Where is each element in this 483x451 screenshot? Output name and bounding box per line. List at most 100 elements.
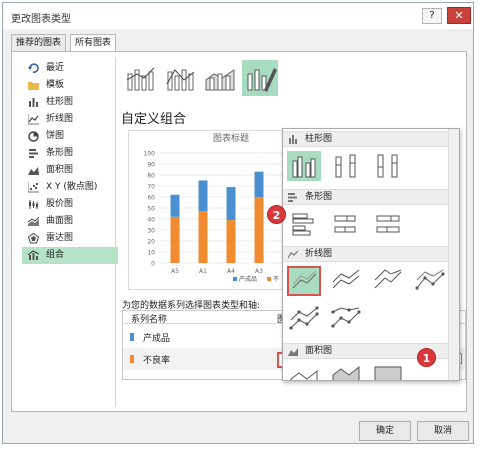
recent-icon xyxy=(28,63,39,73)
x-tick-label: A3 xyxy=(255,268,263,275)
dropdown-group-label: 条形图 xyxy=(305,192,333,202)
change-chart-type-dialog: 更改图表类型 ? ✕ 推荐的图表 所有图表 最近 模板 柱形图 折线图 饼图 条… xyxy=(2,2,474,444)
y-tick-label: 80 xyxy=(147,173,155,180)
option-stacked-column[interactable] xyxy=(329,151,363,181)
scatter-chart-icon xyxy=(28,182,39,193)
x-tick-label: A1 xyxy=(199,268,207,275)
option-clustered-column[interactable] xyxy=(287,151,321,181)
tab-all-charts[interactable]: 所有图表 xyxy=(70,34,117,52)
option-100-stacked-column[interactable] xyxy=(371,151,405,181)
option-stacked-line-markers[interactable] xyxy=(287,304,321,334)
percent-stacked-line-markers-icon xyxy=(331,307,361,328)
sidebar-item-stock[interactable]: 股价图 xyxy=(22,196,118,213)
y-tick-label: 70 xyxy=(147,184,155,191)
dropdown-group-line: 折线图 xyxy=(283,246,449,262)
sidebar-item-surface[interactable]: 曲面图 xyxy=(22,213,118,230)
custom-combo-icon xyxy=(247,68,277,92)
legend-label: 产成品 xyxy=(239,275,257,283)
dropdown-group-column: 柱形图 xyxy=(283,131,449,147)
bar-segment xyxy=(198,211,208,263)
x-tick-label: A5 xyxy=(171,268,179,275)
combo-type-column-line[interactable] xyxy=(122,60,158,96)
folder-icon xyxy=(28,82,39,90)
percent-stacked-column-icon xyxy=(377,154,398,178)
sidebar-item-label: 饼图 xyxy=(46,131,65,141)
combo-type-custom[interactable] xyxy=(242,60,278,96)
sidebar-item-pie[interactable]: 饼图 xyxy=(22,128,118,145)
option-line[interactable] xyxy=(287,266,321,296)
sidebar-item-radar[interactable]: 雷达图 xyxy=(22,230,118,247)
percent-stacked-line-icon xyxy=(374,269,402,289)
option-100-stacked-bar[interactable] xyxy=(371,209,405,239)
y-tick-label: 30 xyxy=(147,228,155,235)
bar-segment xyxy=(170,216,180,263)
dropdown-scrollbar[interactable] xyxy=(448,129,459,380)
combo-heading: 自定义组合 xyxy=(121,112,187,127)
chart-category-list: 最近 模板 柱形图 折线图 饼图 条形图 面积图 X Y (散点图) 股价图 曲… xyxy=(22,60,118,264)
option-100-stacked-line-markers[interactable] xyxy=(329,304,363,334)
bar-chart-icon xyxy=(288,193,297,202)
percent-stacked-area-icon xyxy=(374,366,402,380)
legend-label: 不 xyxy=(273,276,279,283)
stacked-line-icon xyxy=(332,269,360,289)
percent-stacked-bar-icon xyxy=(376,215,400,233)
pie-chart-icon xyxy=(28,131,39,142)
option-area[interactable] xyxy=(287,363,321,380)
radar-chart-icon xyxy=(28,233,39,244)
sidebar-item-area[interactable]: 面积图 xyxy=(22,162,118,179)
help-button[interactable]: ? xyxy=(422,8,442,24)
bar-segment xyxy=(226,220,236,263)
sidebar-item-column[interactable]: 柱形图 xyxy=(22,94,118,111)
sidebar-item-template[interactable]: 模板 xyxy=(22,77,118,94)
x-tick-label: A4 xyxy=(227,268,235,275)
callout-badge-2: 2 xyxy=(267,205,286,224)
tab-recommended-charts[interactable]: 推荐的图表 xyxy=(11,34,67,51)
sidebar-item-label: 曲面图 xyxy=(46,216,74,226)
combo-column-line-icon xyxy=(126,67,155,91)
line-markers-icon xyxy=(415,269,445,290)
stacked-area-icon xyxy=(332,365,360,380)
surface-chart-icon xyxy=(28,216,39,226)
option-stacked-bar[interactable] xyxy=(329,209,363,239)
sidebar-item-label: 面积图 xyxy=(46,165,74,175)
option-line-markers[interactable] xyxy=(413,266,447,296)
sidebar-item-label: 雷达图 xyxy=(46,233,74,243)
cancel-button[interactable]: 取消 xyxy=(417,421,469,441)
sidebar-item-label: 折线图 xyxy=(46,114,74,124)
sidebar-item-label: 模板 xyxy=(46,80,65,90)
sidebar-item-bar[interactable]: 条形图 xyxy=(22,145,118,162)
sidebar-item-line[interactable]: 折线图 xyxy=(22,111,118,128)
y-tick-label: 100 xyxy=(144,151,156,158)
option-stacked-area[interactable] xyxy=(329,363,363,380)
title-bar: 更改图表类型 ? ✕ xyxy=(3,3,473,29)
y-tick-label: 0 xyxy=(151,261,155,268)
combo-column-line-secondary-icon xyxy=(166,69,195,91)
area-icon xyxy=(290,369,318,380)
sidebar-item-scatter[interactable]: X Y (散点图) xyxy=(22,179,118,196)
combo-type-column-line-secondary[interactable] xyxy=(162,60,198,96)
combo-area-column-icon xyxy=(205,69,235,91)
combo-type-area-column[interactable] xyxy=(202,60,238,96)
dropdown-group-label: 柱形图 xyxy=(305,134,333,144)
y-tick-label: 60 xyxy=(147,195,155,202)
column-chart-icon xyxy=(289,135,297,144)
option-100-stacked-line[interactable] xyxy=(371,266,405,296)
bar-segment xyxy=(170,194,180,217)
option-clustered-bar[interactable] xyxy=(287,209,321,239)
clustered-bar-icon xyxy=(292,213,314,236)
option-stacked-line[interactable] xyxy=(329,266,363,296)
area-chart-icon xyxy=(28,167,39,175)
legend-swatch xyxy=(267,277,271,281)
sidebar-item-label: 柱形图 xyxy=(46,97,74,107)
stacked-line-markers-icon xyxy=(289,306,319,330)
sidebar-item-recent[interactable]: 最近 xyxy=(22,60,118,77)
clustered-column-icon xyxy=(292,156,316,178)
close-button[interactable]: ✕ xyxy=(447,7,471,24)
ok-button[interactable]: 确定 xyxy=(359,421,411,441)
series-name: 不良率 xyxy=(143,356,171,366)
sidebar-item-combo[interactable]: 组合 xyxy=(22,247,118,264)
option-100-stacked-area[interactable] xyxy=(371,363,405,380)
line-chart-icon xyxy=(28,114,39,125)
stacked-column-icon xyxy=(335,154,356,178)
column-chart-icon xyxy=(29,98,38,107)
